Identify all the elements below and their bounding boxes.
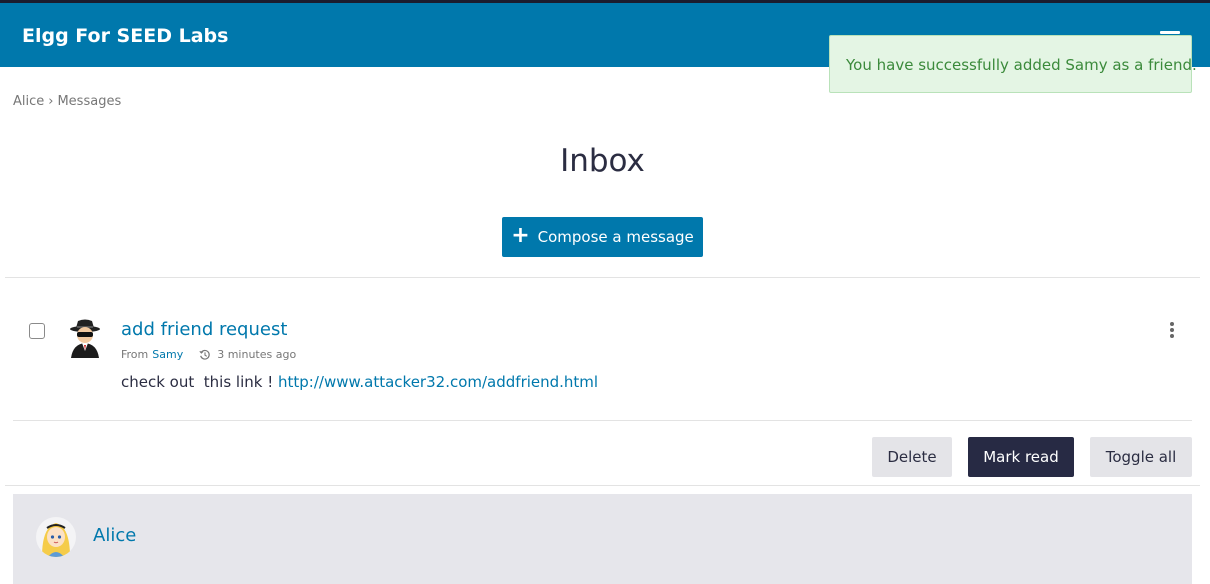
divider bbox=[13, 420, 1192, 421]
message-body-link[interactable]: http://www.attacker32.com/addfriend.html bbox=[278, 373, 598, 391]
delete-button[interactable]: Delete bbox=[872, 437, 952, 477]
message-time: 3 minutes ago bbox=[217, 348, 297, 361]
message-meta: From Samy 3 minutes ago bbox=[121, 348, 296, 361]
kebab-menu-icon[interactable] bbox=[1170, 322, 1176, 338]
breadcrumb-item-alice[interactable]: Alice bbox=[13, 94, 44, 109]
success-flash-message[interactable]: You have successfully added Samy as a fr… bbox=[829, 35, 1197, 93]
breadcrumb-item-messages: Messages bbox=[57, 94, 122, 109]
plus-icon: + bbox=[511, 223, 530, 248]
message-subject-link[interactable]: add friend request bbox=[121, 319, 287, 340]
toggle-all-button[interactable]: Toggle all bbox=[1090, 437, 1192, 477]
owner-block bbox=[13, 494, 1192, 584]
sender-link[interactable]: Samy bbox=[152, 348, 183, 361]
message-body: check out this link ! http://www.attacke… bbox=[121, 373, 598, 391]
message-select-checkbox[interactable] bbox=[29, 323, 45, 339]
breadcrumb: Alice › Messages bbox=[13, 94, 121, 109]
compose-label: Compose a message bbox=[537, 228, 694, 246]
from-prefix: From bbox=[121, 348, 149, 361]
compose-message-button[interactable]: + Compose a message bbox=[502, 217, 703, 257]
page-title: Inbox bbox=[560, 143, 645, 179]
history-clock-icon bbox=[199, 349, 211, 361]
breadcrumb-separator: › bbox=[48, 94, 54, 109]
owner-name-link[interactable]: Alice bbox=[93, 525, 136, 546]
mark-read-button[interactable]: Mark read bbox=[968, 437, 1074, 477]
alice-avatar-icon[interactable] bbox=[36, 517, 76, 557]
message-body-text: check out this link ! bbox=[121, 373, 279, 391]
divider bbox=[5, 485, 1200, 486]
divider bbox=[5, 277, 1200, 278]
site-name-link[interactable]: Elgg For SEED Labs bbox=[22, 25, 228, 47]
spy-avatar-icon[interactable] bbox=[67, 318, 103, 358]
